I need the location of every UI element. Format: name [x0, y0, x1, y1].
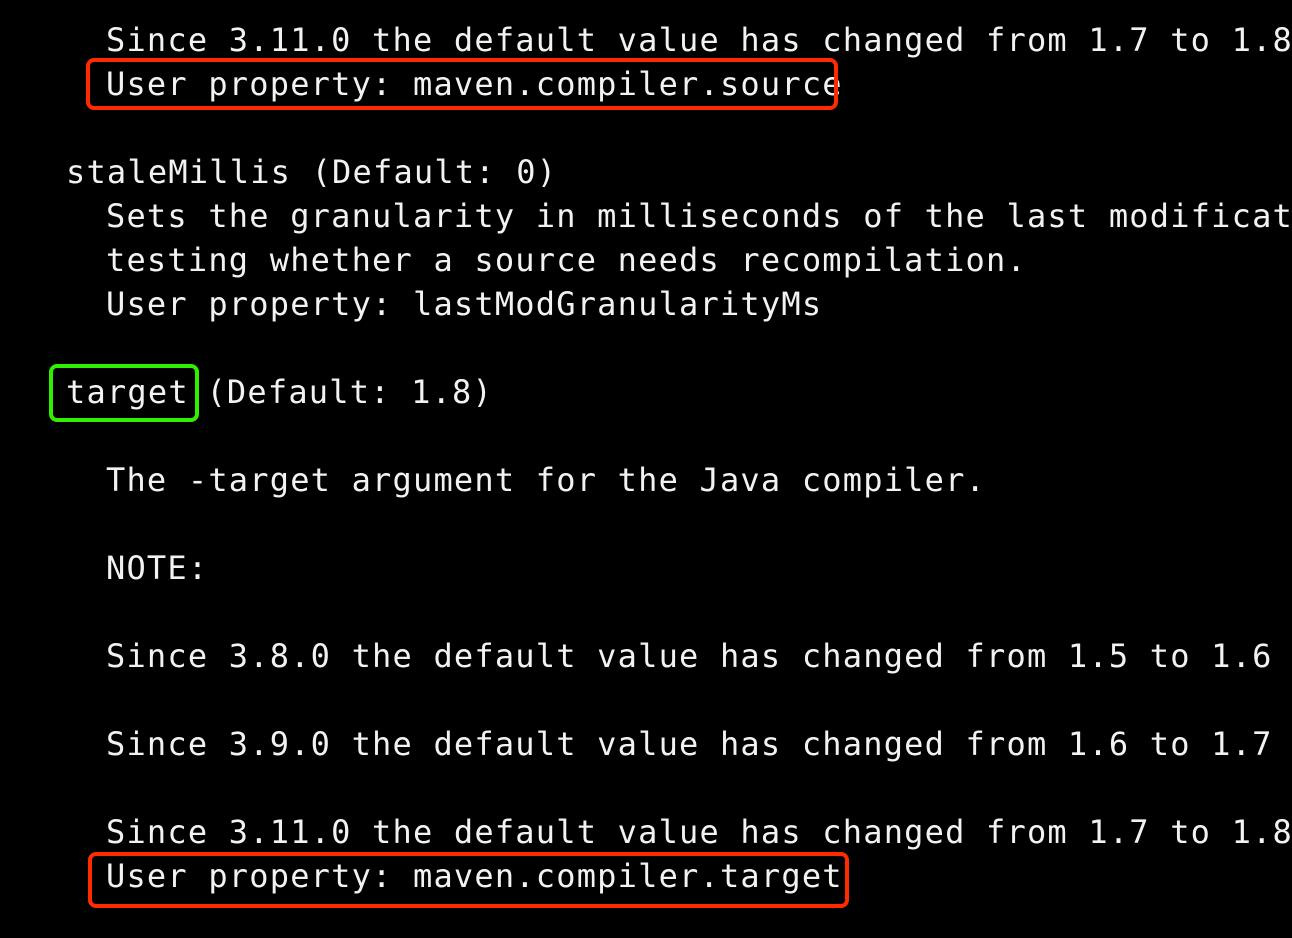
- stalemillis-description-line-2: testing whether a source needs recompila…: [106, 241, 1027, 279]
- highlight-box-target-property: [88, 852, 849, 908]
- note-line-since-3-11-0-target: Since 3.11.0 the default value has chang…: [106, 813, 1292, 851]
- note-label: NOTE:: [106, 549, 209, 587]
- highlight-box-target: [49, 364, 199, 422]
- target-heading-default: (Default: 1.8): [186, 373, 493, 411]
- target-description-line: The -target argument for the Java compil…: [106, 461, 987, 499]
- note-line-since-3-9-0: Since 3.9.0 the default value has change…: [106, 725, 1273, 763]
- user-property-stalemillis-line: User property: lastModGranularityMs: [106, 285, 823, 323]
- stalemillis-description-line-1: Sets the granularity in milliseconds of …: [106, 197, 1292, 235]
- highlight-box-source: [86, 58, 838, 110]
- note-line-since-3-8-0: Since 3.8.0 the default value has change…: [106, 637, 1273, 675]
- terminal-output: Since 3.11.0 the default value has chang…: [0, 0, 1292, 938]
- stalemillis-heading: staleMillis (Default: 0): [66, 153, 558, 191]
- note-line-since-3-11-0-source: Since 3.11.0 the default value has chang…: [106, 21, 1292, 59]
